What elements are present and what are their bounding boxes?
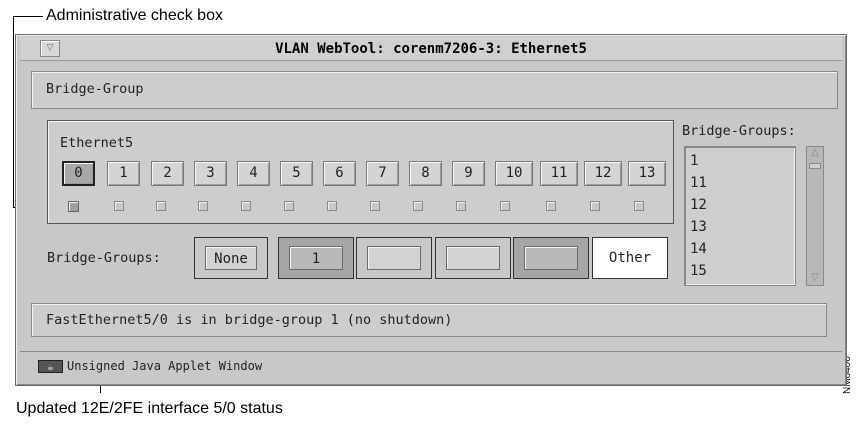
admin-checkbox-8[interactable] (413, 201, 423, 211)
admin-checkbox-12[interactable] (590, 201, 600, 211)
bridge-group-other-button[interactable]: Other (592, 237, 668, 279)
bridge-group-none-button[interactable]: None (194, 237, 268, 279)
admin-checkbox-4[interactable] (241, 201, 251, 211)
port-button-9[interactable]: 9 (452, 161, 485, 186)
port-button-7[interactable]: 7 (366, 161, 399, 186)
bridge-group-none-label: None (205, 246, 257, 270)
bridge-group-empty-label-1 (367, 246, 421, 270)
ethernet-panel (47, 120, 674, 224)
annotation-status-update: Updated 12E/2FE interface 5/0 status (16, 400, 283, 417)
list-item[interactable]: 13 (690, 219, 707, 235)
bridge-group-empty-label-2 (446, 246, 500, 270)
ethernet-label: Ethernet5 (60, 135, 134, 151)
port-button-4[interactable]: 4 (237, 161, 270, 186)
scroll-up-arrow-icon[interactable]: △ (806, 147, 824, 158)
admin-checkbox-11[interactable] (546, 201, 556, 211)
port-button-12[interactable]: 12 (584, 161, 622, 186)
port-button-5[interactable]: 5 (280, 161, 313, 186)
bridge-groups-row-label: Bridge-Groups: (47, 250, 161, 266)
list-item[interactable]: 1 (690, 153, 698, 169)
scroll-down-arrow-icon[interactable]: ▽ (806, 272, 824, 283)
bridge-group-other-label: Other (608, 250, 652, 266)
port-button-8[interactable]: 8 (409, 161, 442, 186)
admin-checkbox-3[interactable] (198, 201, 208, 211)
bridge-group-empty-button-2[interactable] (435, 237, 511, 279)
port-button-10[interactable]: 10 (495, 161, 533, 186)
annotation-admin-checkbox: Administrative check box (46, 7, 223, 24)
bridge-group-empty-button-1[interactable] (356, 237, 432, 279)
port-button-2[interactable]: 2 (151, 161, 184, 186)
java-applet-icon: ☕ (38, 360, 63, 373)
bridge-groups-list-label: Bridge-Groups: (682, 123, 796, 139)
status-text: FastEthernet5/0 is in bridge-group 1 (no… (46, 312, 453, 328)
admin-checkbox-5[interactable] (284, 201, 294, 211)
scrollbar-thumb[interactable] (809, 163, 821, 169)
footer-text: Unsigned Java Applet Window (67, 359, 263, 373)
admin-checkbox-10[interactable] (500, 201, 510, 211)
port-button-6[interactable]: 6 (323, 161, 356, 186)
port-button-11[interactable]: 11 (540, 161, 578, 186)
bridge-group-empty-button-3[interactable] (513, 237, 589, 279)
bridge-group-1-button[interactable]: 1 (278, 237, 354, 279)
admin-checkbox-13[interactable] (634, 201, 644, 211)
admin-checkbox-6[interactable] (327, 201, 337, 211)
callout-line-top-v (13, 16, 14, 208)
bridge-group-empty-label-3 (524, 246, 578, 270)
window-title: VLAN WebTool: corenm7206-3: Ethernet5 (275, 41, 587, 57)
bridge-group-header: Bridge-Group (46, 81, 144, 97)
callout-line-top-h (13, 16, 43, 17)
list-item[interactable]: 15 (690, 263, 707, 279)
admin-checkbox-0[interactable] (68, 201, 79, 212)
admin-checkbox-7[interactable] (370, 201, 380, 211)
bridge-group-1-label: 1 (289, 246, 343, 270)
admin-checkbox-9[interactable] (456, 201, 466, 211)
port-button-1[interactable]: 1 (107, 161, 140, 186)
port-button-3[interactable]: 3 (194, 161, 227, 186)
footer-divider (20, 351, 842, 352)
list-item[interactable]: 12 (690, 197, 707, 213)
list-item[interactable]: 11 (690, 175, 707, 191)
port-button-0[interactable]: 0 (62, 161, 95, 186)
list-item[interactable]: 14 (690, 241, 707, 257)
window-menu-button[interactable]: ▽ (40, 40, 60, 57)
admin-checkbox-1[interactable] (114, 201, 124, 211)
bridge-group-header-panel (31, 71, 838, 109)
port-button-13[interactable]: 13 (628, 161, 666, 186)
admin-checkbox-2[interactable] (156, 201, 166, 211)
